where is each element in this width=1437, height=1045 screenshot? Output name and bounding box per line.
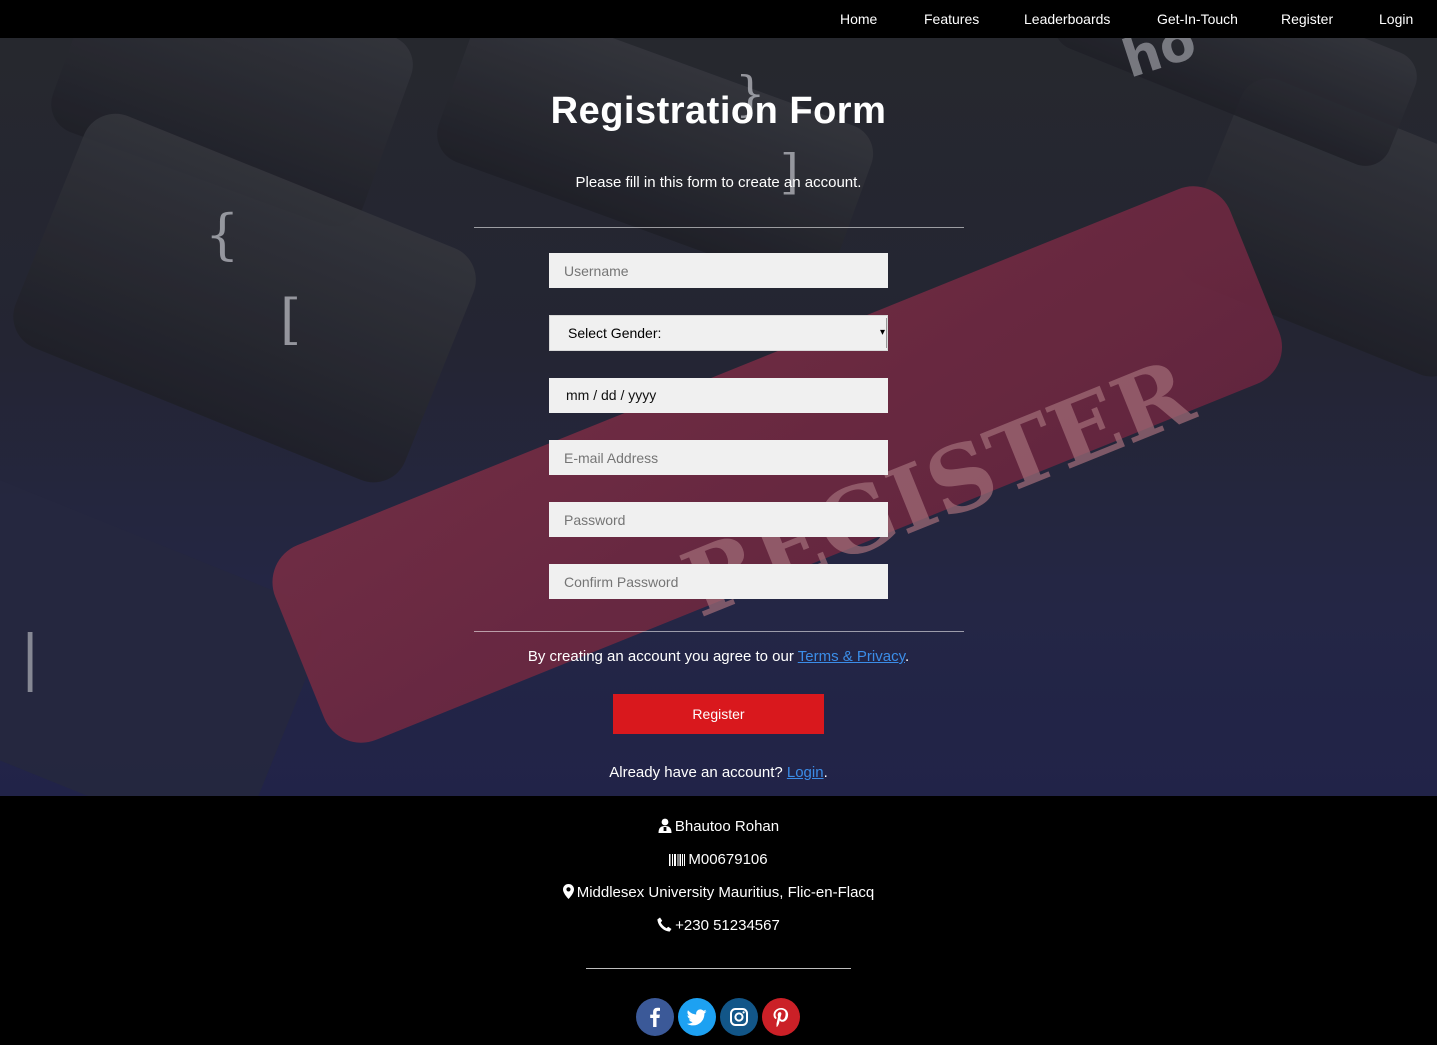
form-top-divider xyxy=(474,227,964,228)
form-subtitle: Please fill in this form to create an ac… xyxy=(575,174,862,191)
terms-text: By creating an account you agree to our … xyxy=(0,648,1437,665)
footer-name: Bhautoo Rohan xyxy=(674,818,780,835)
login-prompt: Already have an account? Login. xyxy=(0,764,1437,781)
gender-select[interactable]: Select Gender: ▾ xyxy=(549,315,888,351)
registration-hero: } ] { [ | ho REGISTER Registration Form … xyxy=(0,38,1437,796)
date-of-birth-input[interactable]: mm / dd / yyyy xyxy=(549,378,888,413)
site-footer: Bhautoo Rohan M00679106 Middlesex Univer… xyxy=(0,796,1437,1045)
chevron-down-icon: ▾ xyxy=(879,327,885,338)
footer-name-line: Bhautoo Rohan xyxy=(0,818,1437,835)
confirm-password-input[interactable] xyxy=(549,564,888,599)
phone-icon xyxy=(657,917,672,932)
terms-suffix: . xyxy=(904,648,910,665)
footer-phone: +230 51234567 xyxy=(675,917,780,934)
footer-divider xyxy=(586,968,851,969)
gender-select-value: Select Gender: xyxy=(568,325,662,341)
instagram-icon[interactable] xyxy=(720,998,758,1036)
pinterest-icon[interactable] xyxy=(762,998,800,1036)
footer-address-line: Middlesex University Mauritius, Flic-en-… xyxy=(0,884,1437,901)
form-title: Registration Form xyxy=(550,90,887,132)
footer-phone-line: +230 51234567 xyxy=(0,917,1437,934)
facebook-icon[interactable] xyxy=(636,998,674,1036)
footer-id-line: M00679106 xyxy=(0,851,1437,868)
terms-prefix: By creating an account you agree to our xyxy=(527,648,798,665)
top-navbar: Home Features Leaderboards Get-In-Touch … xyxy=(0,0,1437,38)
form-bottom-divider xyxy=(474,631,964,632)
footer-student-id: M00679106 xyxy=(688,851,768,868)
select-scrollbar xyxy=(886,318,887,348)
map-marker-icon xyxy=(562,884,574,899)
email-input[interactable] xyxy=(549,440,888,475)
hero-overlay xyxy=(0,38,1437,796)
password-input[interactable] xyxy=(549,502,888,537)
nav-register-link[interactable]: Register xyxy=(1281,0,1333,38)
nav-features-link[interactable]: Features xyxy=(924,0,979,38)
twitter-icon[interactable] xyxy=(678,998,716,1036)
nav-get-in-touch-link[interactable]: Get-In-Touch xyxy=(1157,0,1238,38)
register-button[interactable]: Register xyxy=(613,694,824,734)
nav-home-link[interactable]: Home xyxy=(840,0,877,38)
footer-address: Middlesex University Mauritius, Flic-en-… xyxy=(576,884,875,901)
barcode-icon xyxy=(669,854,686,866)
login-prefix: Already have an account? xyxy=(609,764,787,781)
nav-login-link[interactable]: Login xyxy=(1379,0,1413,38)
date-placeholder: mm / dd / yyyy xyxy=(566,387,657,403)
login-suffix: . xyxy=(823,764,828,781)
user-icon xyxy=(658,818,672,833)
terms-privacy-link[interactable]: Terms & Privacy xyxy=(798,648,905,665)
nav-leaderboards-link[interactable]: Leaderboards xyxy=(1024,0,1110,38)
login-link[interactable]: Login xyxy=(787,764,824,781)
username-input[interactable] xyxy=(549,253,888,288)
